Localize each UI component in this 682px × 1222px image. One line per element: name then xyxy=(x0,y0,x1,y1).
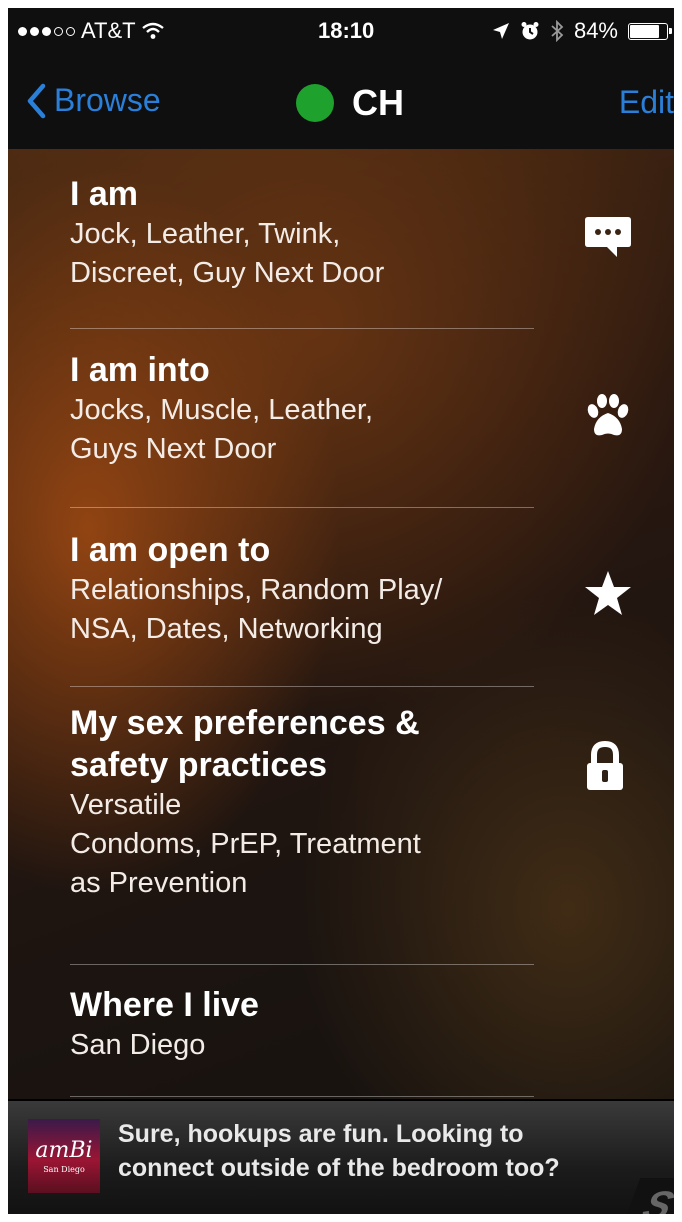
section-title: My sex preferences & xyxy=(70,704,420,742)
section-value: Relationships, Random Play/ xyxy=(70,574,443,606)
status-right-group: 84% xyxy=(492,18,672,44)
profile-name: CH xyxy=(352,82,404,123)
ad-text: Sure, hookups are fun. Looking to connec… xyxy=(118,1117,638,1185)
section-value: Guys Next Door xyxy=(70,433,277,465)
section-title: Where I live xyxy=(70,986,259,1024)
ad-logo-text: amBi xyxy=(35,1138,93,1163)
battery-icon xyxy=(628,22,672,40)
alarm-clock-icon xyxy=(521,22,539,40)
profile-title: CH xyxy=(296,82,404,124)
ad-banner[interactable]: amBi San Diego Sure, hookups are fun. Lo… xyxy=(8,1099,674,1214)
ad-logo-subtext: San Diego xyxy=(43,1165,85,1174)
battery-percent: 84% xyxy=(573,18,618,43)
phone-screen: AT&T 18:10 84% Browse CH Edit I am Jock,… xyxy=(8,8,674,1214)
back-button[interactable]: Browse xyxy=(26,82,161,119)
status-time: 18:10 xyxy=(318,18,375,43)
section-title: safety practices xyxy=(70,746,328,784)
carrier-group: AT&T xyxy=(18,18,164,44)
section-value: Discreet, Guy Next Door xyxy=(70,257,385,289)
online-status-icon xyxy=(296,84,334,122)
section-i-am-open-to: I am open to Relationships, Random Play/… xyxy=(70,529,534,687)
paw-icon xyxy=(587,394,629,436)
section-title: I am open to xyxy=(70,531,271,569)
lock-icon xyxy=(587,741,623,790)
status-bar: AT&T 18:10 84% xyxy=(8,8,674,54)
section-i-am: I am Jock, Leather, Twink, Discreet, Guy… xyxy=(70,173,534,329)
chevron-left-icon xyxy=(27,83,46,118)
section-where-i-live: Where I live San Diego xyxy=(70,984,534,1097)
section-value: Versatile xyxy=(70,789,182,821)
back-button-label: Browse xyxy=(54,82,161,118)
section-value: Jock, Leather, Twink, xyxy=(70,218,341,250)
star-icon xyxy=(585,571,631,615)
section-title: I am xyxy=(70,175,139,213)
navigation-bar: Browse CH Edit xyxy=(8,54,674,150)
section-value: Jocks, Muscle, Leather, xyxy=(70,394,374,426)
profile-details[interactable]: I am Jock, Leather, Twink, Discreet, Guy… xyxy=(8,149,674,1099)
ad-text-line: connect outside of the bedroom too? xyxy=(118,1154,560,1182)
section-value: Condoms, PrEP, Treatment xyxy=(70,828,421,860)
edit-button[interactable]: Edit xyxy=(619,84,674,121)
wifi-icon xyxy=(141,22,164,39)
bluetooth-icon xyxy=(551,20,564,42)
section-value: San Diego xyxy=(70,1029,206,1061)
section-value: NSA, Dates, Networking xyxy=(70,613,383,645)
section-i-am-into: I am into Jocks, Muscle, Leather, Guys N… xyxy=(70,349,534,508)
ad-text-line: Sure, hookups are fun. Looking to xyxy=(118,1120,524,1148)
signal-strength-icon xyxy=(18,26,75,36)
chat-bubble-icon xyxy=(585,217,631,257)
location-arrow-icon xyxy=(492,23,509,39)
section-sex-preferences: My sex preferences & safety practices Ve… xyxy=(70,702,534,965)
ad-logo: amBi San Diego xyxy=(28,1119,100,1193)
carrier-label: AT&T xyxy=(81,18,136,43)
section-value: as Prevention xyxy=(70,867,248,899)
section-title: I am into xyxy=(70,351,210,389)
